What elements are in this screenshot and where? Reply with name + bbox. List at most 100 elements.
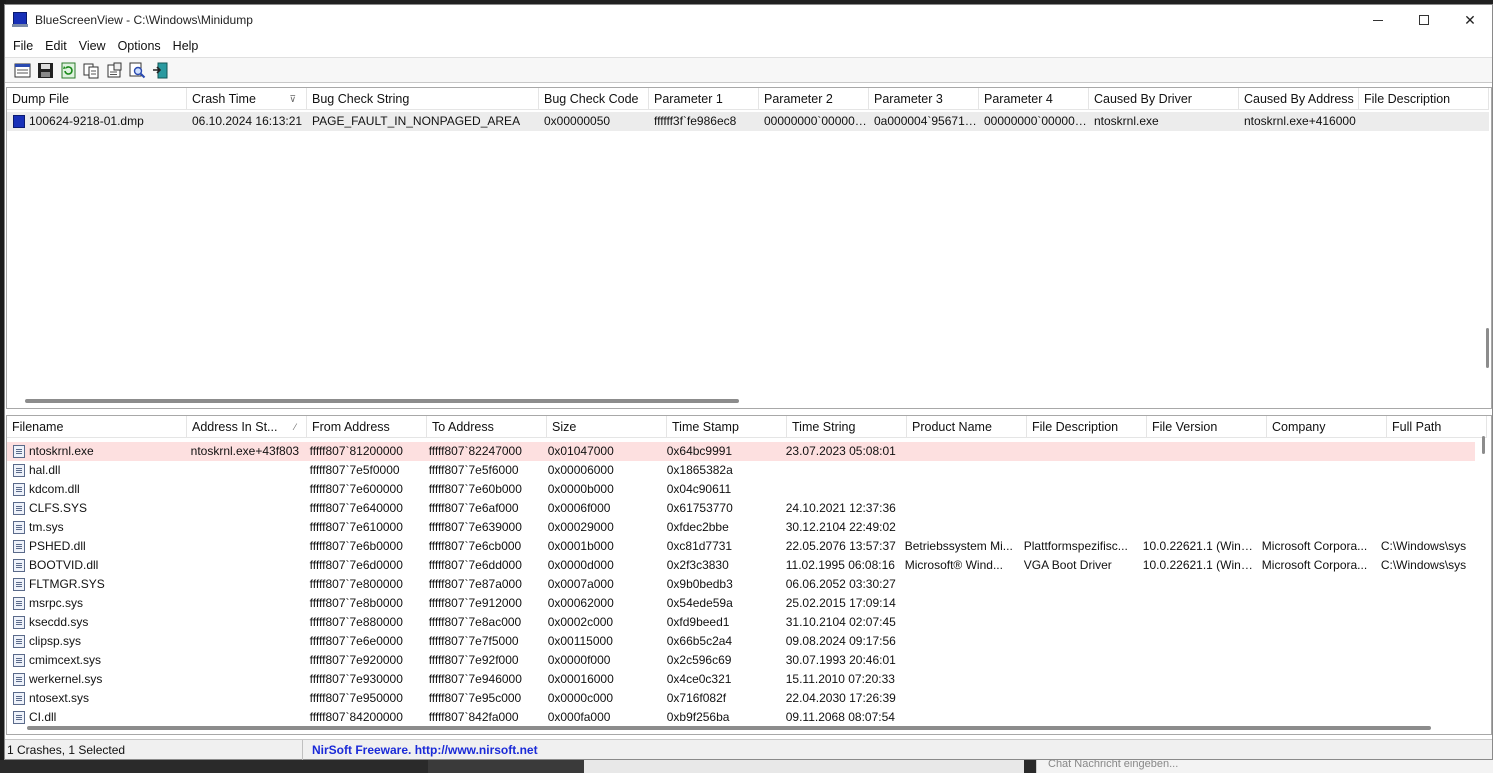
col-dump-file[interactable]: Dump File <box>7 88 187 110</box>
col-bug-check-string[interactable]: Bug Check String <box>307 88 539 110</box>
col-file-description[interactable]: File Description <box>1027 416 1147 438</box>
driver-cell <box>1138 518 1257 537</box>
driver-row[interactable]: cmimcext.sys fffff807`7e920000 fffff807`7e… <box>7 651 1475 670</box>
driver-list-horizontal-scrollbar[interactable] <box>27 726 1431 730</box>
driver-list-header: Filename Address In St... ⁄ From Address … <box>7 416 1487 438</box>
driver-row[interactable]: werkernel.sys fffff807`7e930000 fffff807`7… <box>7 670 1475 689</box>
col-crash-time[interactable]: Crash Time ⊽ <box>187 88 307 110</box>
driver-row[interactable]: tm.sys fffff807`7e610000 fffff807`7e639000… <box>7 518 1475 537</box>
col-time-stamp[interactable]: Time Stamp <box>667 416 787 438</box>
col-address-in-stack[interactable]: Address In St... ⁄ <box>187 416 307 438</box>
driver-cell: BOOTVID.dll <box>7 556 186 575</box>
driver-row[interactable]: PSHED.dll fffff807`7e6b0000 fffff807`7e6cb… <box>7 537 1475 556</box>
driver-cell-text: 0x4ce0c321 <box>666 672 732 686</box>
crash-list-vertical-scrollbar[interactable] <box>1486 328 1489 368</box>
driver-cell <box>900 613 1019 632</box>
col-parameter-4[interactable]: Parameter 4 <box>979 88 1089 110</box>
save-button[interactable] <box>34 59 57 81</box>
col-parameter-1[interactable]: Parameter 1 <box>649 88 759 110</box>
crash-cell <box>1359 112 1489 131</box>
crash-list-horizontal-scrollbar[interactable] <box>25 399 739 403</box>
col-full-path[interactable]: Full Path <box>1387 416 1487 438</box>
status-crash-count: 1 Crashes, 1 Selected <box>5 739 303 760</box>
driver-row[interactable]: FLTMGR.SYS fffff807`7e800000 fffff807`7e87… <box>7 575 1475 594</box>
col-file-version[interactable]: File Version <box>1147 416 1267 438</box>
maximize-button[interactable] <box>1401 5 1447 35</box>
col-product-name[interactable]: Product Name <box>907 416 1027 438</box>
menu-view[interactable]: View <box>73 39 112 53</box>
driver-cell <box>1257 670 1376 689</box>
driver-cell <box>186 480 305 499</box>
driver-cell <box>186 651 305 670</box>
driver-row[interactable]: clipsp.sys fffff807`7e6e0000 fffff807`7e7f… <box>7 632 1475 651</box>
col-from-address[interactable]: From Address <box>307 416 427 438</box>
driver-cell <box>1019 480 1138 499</box>
find-button[interactable] <box>126 59 149 81</box>
title-bar[interactable]: BlueScreenView - C:\Windows\Minidump ✕ <box>5 5 1492 35</box>
driver-row[interactable]: msrpc.sys fffff807`7e8b0000 fffff807`7e912… <box>7 594 1475 613</box>
driver-cell: clipsp.sys <box>7 632 186 651</box>
exit-button[interactable] <box>149 59 172 81</box>
driver-cell: tm.sys <box>7 518 186 537</box>
driver-cell: 0x0001b000 <box>543 537 662 556</box>
driver-cell: C:\Windows\sys <box>1376 556 1475 575</box>
driver-list-vertical-scrollbar[interactable] <box>1482 436 1485 454</box>
toolbar <box>5 57 1492 83</box>
minimize-button[interactable] <box>1355 5 1401 35</box>
copy-icon <box>83 63 99 78</box>
driver-cell: fffff807`7e640000 <box>305 499 424 518</box>
col-time-string[interactable]: Time String <box>787 416 907 438</box>
driver-file-icon <box>13 597 25 610</box>
close-button[interactable]: ✕ <box>1447 5 1493 35</box>
col-parameter-3[interactable]: Parameter 3 <box>869 88 979 110</box>
driver-row[interactable]: CLFS.SYS fffff807`7e640000 fffff807`7e6af0… <box>7 499 1475 518</box>
driver-cell <box>1376 689 1475 708</box>
menu-edit[interactable]: Edit <box>39 39 73 53</box>
driver-cell-text: VGA Boot Driver <box>1023 558 1112 572</box>
properties-button[interactable] <box>11 59 34 81</box>
col-company[interactable]: Company <box>1267 416 1387 438</box>
driver-row[interactable]: ksecdd.sys fffff807`7e880000 fffff807`7e8a… <box>7 613 1475 632</box>
col-size[interactable]: Size <box>547 416 667 438</box>
driver-cell: 11.02.1995 06:08:16 <box>781 556 900 575</box>
driver-cell <box>1138 708 1257 727</box>
driver-cell: 0x1865382a <box>662 461 781 480</box>
driver-row[interactable]: ntoskrnl.exe ntoskrnl.exe+43f803 fffff807`… <box>7 442 1475 461</box>
driver-row[interactable]: kdcom.dll fffff807`7e600000 fffff807`7e60b… <box>7 480 1475 499</box>
col-caused-by-address[interactable]: Caused By Address <box>1239 88 1359 110</box>
driver-cell-text: 0x00006000 <box>547 463 614 477</box>
crash-row[interactable]: 100624-9218-01.dmp 06.10.2024 16:13:21 PAG… <box>7 112 1489 131</box>
menu-help[interactable]: Help <box>167 39 205 53</box>
driver-row[interactable]: hal.dll fffff807`7e5f0000 fffff807`7e5f600… <box>7 461 1475 480</box>
status-bar: 1 Crashes, 1 Selected NirSoft Freeware. … <box>5 739 1492 760</box>
driver-row[interactable]: ntosext.sys fffff807`7e950000 fffff807`7e9… <box>7 689 1475 708</box>
col-to-address[interactable]: To Address <box>427 416 547 438</box>
col-file-description[interactable]: File Description <box>1359 88 1489 110</box>
driver-cell-text: FLTMGR.SYS <box>29 577 105 591</box>
menu-options[interactable]: Options <box>112 39 167 53</box>
driver-cell-text: 10.0.22621.1 (WinB... <box>1142 539 1257 553</box>
refresh-button[interactable] <box>57 59 80 81</box>
driver-row[interactable]: BOOTVID.dll fffff807`7e6d0000 fffff807`7e6… <box>7 556 1475 575</box>
html-report-button[interactable] <box>103 59 126 81</box>
driver-cell-text: Microsoft Corpora... <box>1261 558 1368 572</box>
col-parameter-2[interactable]: Parameter 2 <box>759 88 869 110</box>
driver-cell <box>186 689 305 708</box>
driver-cell <box>1376 651 1475 670</box>
driver-cell: fffff807`7e95c000 <box>424 689 543 708</box>
col-caused-by-driver[interactable]: Caused By Driver <box>1089 88 1239 110</box>
driver-cell-text: Microsoft Corpora... <box>1261 539 1368 553</box>
driver-cell: fffff807`7e912000 <box>424 594 543 613</box>
driver-cell-text: 0x2f3c3830 <box>666 558 729 572</box>
driver-cell-text: Plattformspezifisc... <box>1023 539 1128 553</box>
col-filename[interactable]: Filename <box>7 416 187 438</box>
driver-cell-text: 0x0007a000 <box>547 577 614 591</box>
driver-cell: ntosext.sys <box>7 689 186 708</box>
copy-button[interactable] <box>80 59 103 81</box>
col-bug-check-code[interactable]: Bug Check Code <box>539 88 649 110</box>
nirsoft-link[interactable]: NirSoft Freeware. http://www.nirsoft.net <box>303 743 538 757</box>
menu-file[interactable]: File <box>7 39 39 53</box>
driver-cell: 0x9b0bedb3 <box>662 575 781 594</box>
driver-row[interactable]: CI.dll fffff807`84200000 fffff807`842fa000… <box>7 708 1475 727</box>
driver-cell: 24.10.2021 12:37:36 <box>781 499 900 518</box>
